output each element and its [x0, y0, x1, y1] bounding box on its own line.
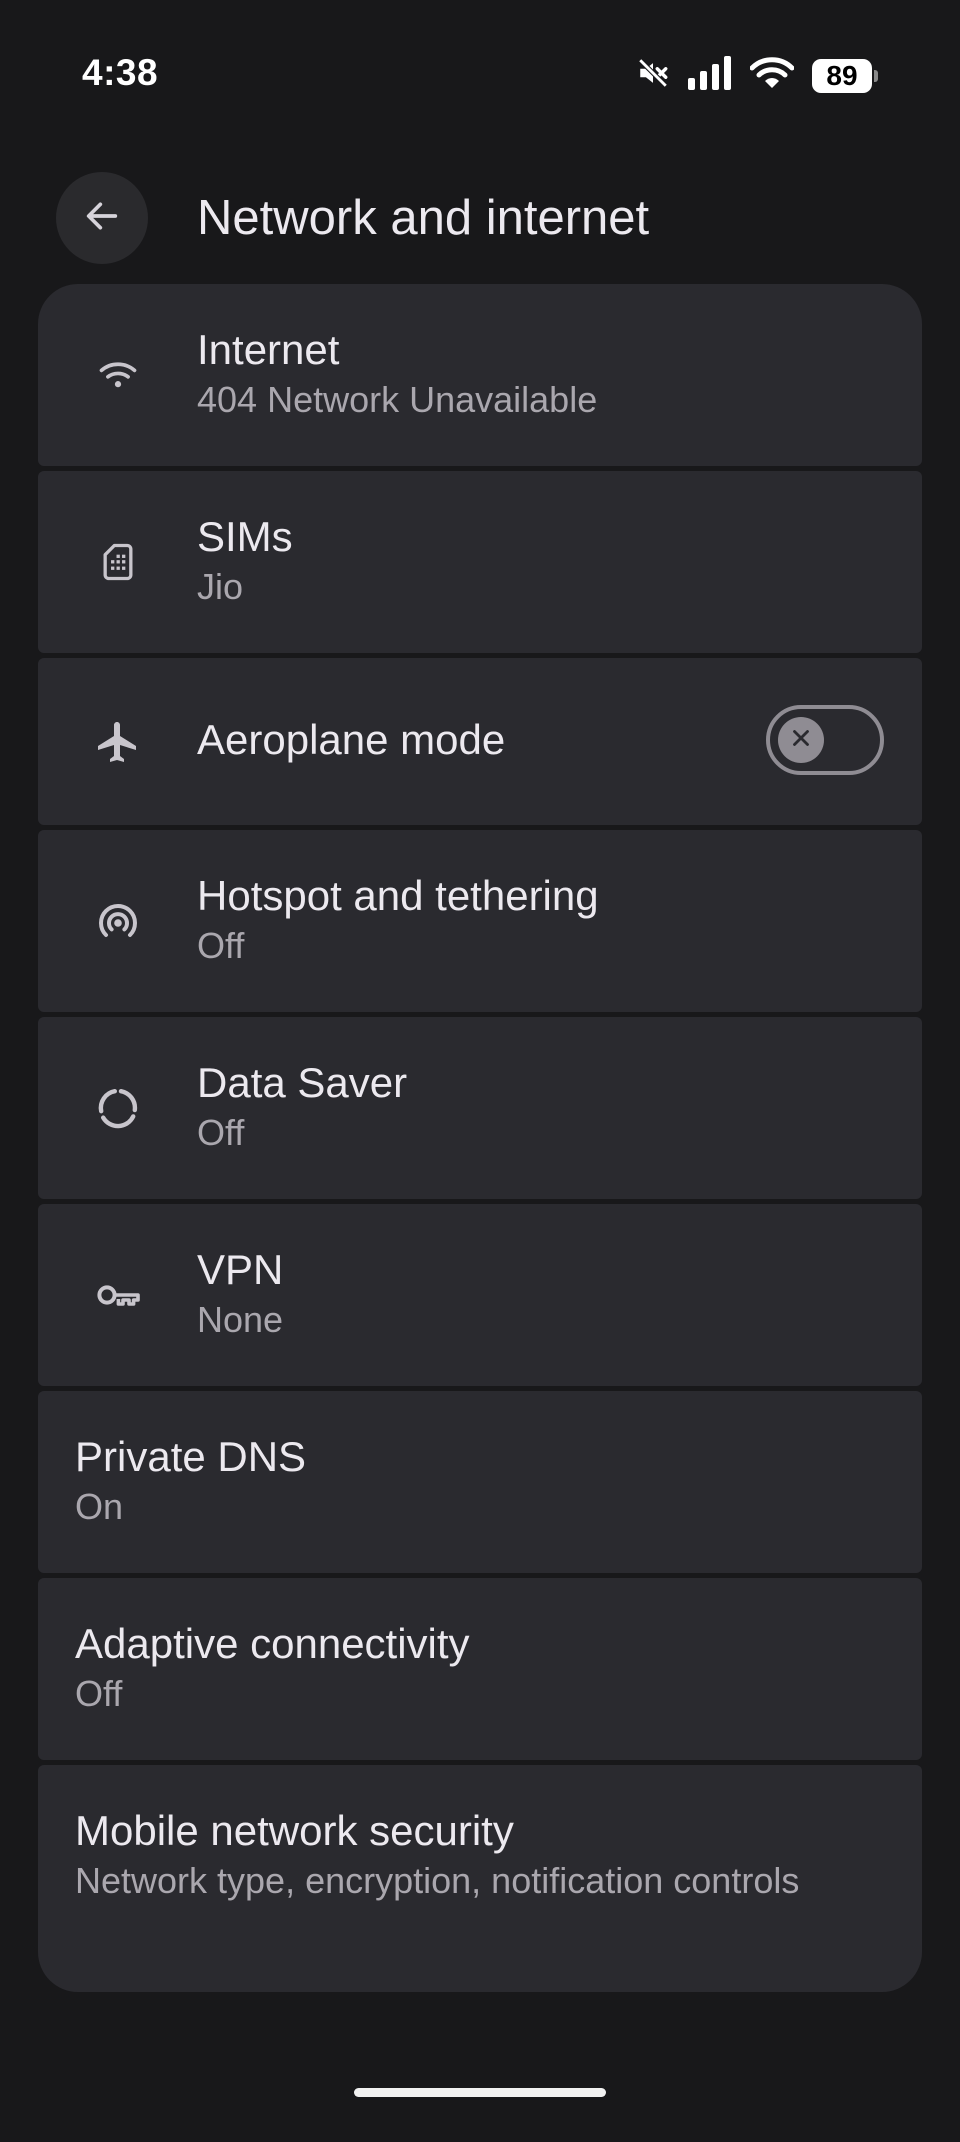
- setting-title: Adaptive connectivity: [75, 1620, 470, 1667]
- setting-sims[interactable]: SIMs Jio: [38, 471, 922, 653]
- home-indicator[interactable]: [354, 2088, 606, 2097]
- setting-aeroplane-mode[interactable]: Aeroplane mode: [38, 658, 922, 825]
- wifi-icon: [90, 347, 146, 403]
- setting-vpn[interactable]: VPN None: [38, 1204, 922, 1386]
- setting-summary: None: [197, 1299, 284, 1340]
- toggle-thumb: [778, 717, 824, 763]
- close-icon: [788, 725, 814, 756]
- settings-list: Internet 404 Network Unavailable SIMs Ji…: [38, 284, 922, 1992]
- mute-icon: [636, 56, 670, 95]
- setting-internet[interactable]: Internet 404 Network Unavailable: [38, 284, 922, 466]
- arrow-back-icon: [82, 196, 122, 241]
- battery-level: 89: [812, 58, 872, 93]
- setting-hotspot[interactable]: Hotspot and tethering Off: [38, 830, 922, 1012]
- setting-summary: On: [75, 1486, 124, 1527]
- setting-summary: Jio: [197, 566, 244, 607]
- setting-private-dns[interactable]: Private DNS On: [38, 1391, 922, 1573]
- status-bar: 4:38 89: [0, 0, 960, 150]
- airplane-icon: [90, 714, 146, 770]
- battery-tip: [874, 69, 878, 82]
- setting-title: Internet: [197, 326, 340, 373]
- wifi-icon: [749, 56, 795, 95]
- setting-summary: 404 Network Unavailable: [197, 379, 598, 420]
- setting-title: Private DNS: [75, 1433, 307, 1480]
- battery-icon: 89: [812, 58, 878, 93]
- back-button[interactable]: [56, 172, 148, 264]
- setting-summary: Off: [197, 925, 245, 966]
- setting-mobile-network-security[interactable]: Mobile network security Network type, en…: [38, 1765, 922, 1992]
- hotspot-icon: [90, 893, 146, 949]
- page-title: Network and internet: [197, 191, 650, 245]
- status-icons: 89: [636, 56, 878, 95]
- signal-icon: [688, 56, 732, 95]
- setting-title: SIMs: [197, 513, 293, 560]
- setting-summary: Off: [75, 1673, 123, 1714]
- key-icon: [90, 1267, 146, 1323]
- setting-title: VPN: [197, 1246, 284, 1293]
- setting-summary: Network type, encryption, notification c…: [75, 1860, 800, 1901]
- setting-summary: Off: [197, 1112, 245, 1153]
- setting-title: Data Saver: [197, 1059, 408, 1106]
- aeroplane-mode-toggle[interactable]: [766, 705, 884, 775]
- app-bar: Network and internet: [0, 168, 960, 268]
- setting-title: Mobile network security: [75, 1807, 514, 1854]
- status-time: 4:38: [82, 52, 159, 93]
- setting-adaptive-connectivity[interactable]: Adaptive connectivity Off: [38, 1578, 922, 1760]
- data-saver-icon: [90, 1080, 146, 1136]
- setting-data-saver[interactable]: Data Saver Off: [38, 1017, 922, 1199]
- sim-card-icon: [90, 534, 146, 590]
- setting-title: Hotspot and tethering: [197, 872, 599, 919]
